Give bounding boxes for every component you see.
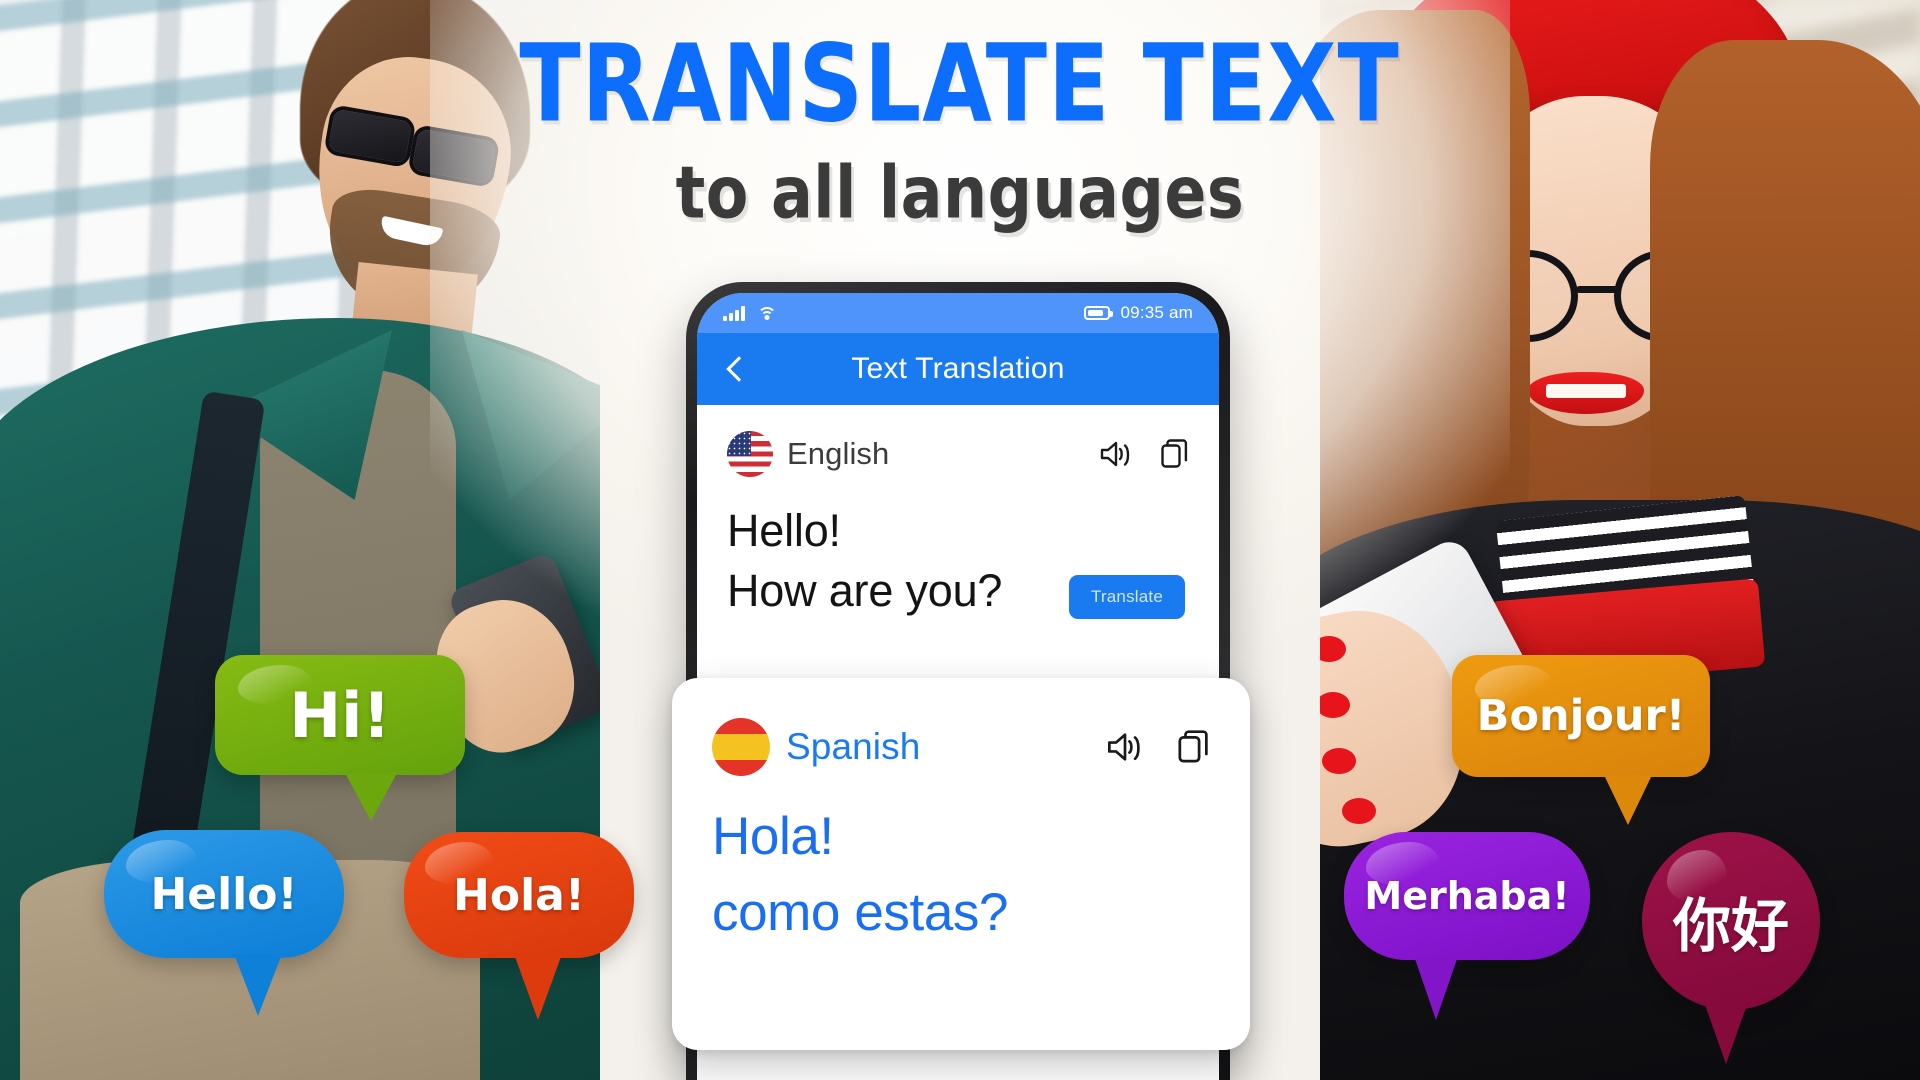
wifi-icon bbox=[757, 306, 777, 321]
source-language-header: English bbox=[727, 431, 1189, 477]
target-language-label: Spanish bbox=[786, 726, 921, 767]
source-text-line1: Hello! bbox=[727, 505, 841, 556]
battery-icon bbox=[1083, 306, 1113, 320]
source-language-label: English bbox=[787, 436, 890, 471]
source-language-panel: English bbox=[697, 405, 1219, 477]
source-actions bbox=[1099, 439, 1189, 469]
speech-bubble-label: Merhaba! bbox=[1364, 874, 1570, 918]
speech-bubble-hola: Hola! bbox=[404, 832, 634, 1020]
translate-button[interactable]: Translate bbox=[1068, 574, 1185, 619]
poster-stage: TRANSLATE TEXT to all languages 09:35 am… bbox=[0, 0, 1920, 1080]
fingernail bbox=[1322, 748, 1356, 774]
speech-bubble-nihao: 你好 bbox=[1642, 832, 1820, 1064]
speech-bubble-merhaba: Merhaba! bbox=[1344, 832, 1590, 1020]
status-bar-right: 09:35 am bbox=[1083, 303, 1193, 323]
translation-result-card: Spanish Hola! como estas? bbox=[672, 678, 1250, 1050]
status-bar: 09:35 am bbox=[697, 293, 1219, 333]
page-title: Text Translation bbox=[851, 352, 1065, 385]
speech-bubble-hi: Hi! bbox=[215, 655, 465, 821]
speech-bubble-label: Hi! bbox=[289, 678, 391, 752]
flag-usa-icon bbox=[727, 431, 773, 477]
speech-bubble-label: Bonjour! bbox=[1476, 691, 1686, 741]
headline-primary: TRANSLATE TEXT bbox=[519, 20, 1401, 147]
headline-block: TRANSLATE TEXT to all languages bbox=[0, 30, 1920, 229]
copy-icon[interactable] bbox=[1161, 439, 1189, 469]
translated-text-line1: Hola! bbox=[712, 807, 834, 866]
status-bar-left bbox=[723, 305, 777, 321]
source-text-body: Hello! How are you? Translate bbox=[697, 477, 1219, 621]
speaker-icon[interactable] bbox=[1106, 730, 1144, 764]
copy-icon[interactable] bbox=[1178, 730, 1210, 764]
back-chevron-icon[interactable] bbox=[721, 356, 747, 382]
signal-bars-icon bbox=[723, 305, 745, 321]
speech-bubble-label: Hola! bbox=[453, 869, 585, 921]
target-actions bbox=[1106, 730, 1210, 764]
speech-bubble-label: 你好 bbox=[1672, 892, 1789, 960]
fingernail bbox=[1342, 798, 1376, 824]
target-language-header: Spanish bbox=[712, 718, 1210, 776]
status-bar-time: 09:35 am bbox=[1120, 303, 1193, 322]
app-bar: Text Translation bbox=[697, 333, 1219, 405]
translated-text-line2: como estas? bbox=[712, 882, 1009, 942]
headline-secondary: to all languages bbox=[675, 150, 1245, 235]
speaker-icon[interactable] bbox=[1099, 439, 1133, 469]
speech-bubble-label: Hello! bbox=[150, 868, 298, 920]
speech-bubble-hello: Hello! bbox=[104, 830, 344, 1016]
flag-spain-icon bbox=[712, 718, 770, 776]
speech-bubble-bonjour: Bonjour! bbox=[1452, 655, 1710, 825]
